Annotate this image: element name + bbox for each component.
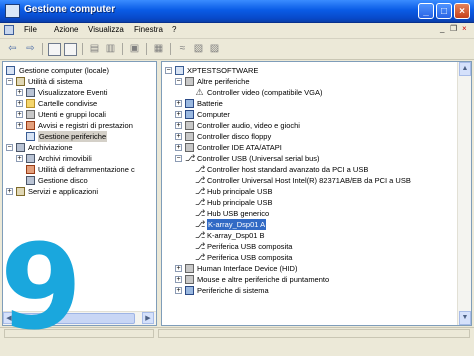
video-controller-icon: ⚠ bbox=[195, 87, 204, 97]
toolbar-separator bbox=[170, 43, 171, 55]
users-icon bbox=[26, 110, 35, 119]
menu-azione[interactable]: Azione bbox=[54, 25, 78, 34]
scroll-up-icon[interactable]: ▲ bbox=[459, 62, 471, 76]
collapse-icon[interactable]: − bbox=[165, 67, 172, 74]
doc-close-button[interactable]: × bbox=[462, 24, 467, 33]
disk-management-icon bbox=[26, 176, 35, 185]
usb-icon: ⎇ bbox=[185, 153, 196, 163]
performance-icon bbox=[26, 121, 35, 130]
minimize-icon[interactable]: _ bbox=[418, 3, 434, 19]
expand-icon[interactable]: + bbox=[175, 122, 182, 129]
expand-icon[interactable]: + bbox=[16, 89, 23, 96]
unknown-device-icon bbox=[185, 77, 194, 86]
step-number: 9 bbox=[0, 218, 82, 356]
menu-finestra[interactable]: Finestra bbox=[134, 25, 163, 34]
title-bar: Gestione computer _ □ × bbox=[0, 0, 474, 23]
scan-icon[interactable]: ▦ bbox=[152, 42, 165, 55]
expand-icon[interactable]: + bbox=[175, 133, 182, 140]
computer-icon bbox=[175, 66, 184, 75]
show-tree-icon[interactable] bbox=[64, 43, 77, 56]
expand-icon[interactable]: + bbox=[16, 122, 23, 129]
computer-icon bbox=[185, 110, 194, 119]
menu-file[interactable]: File bbox=[24, 25, 37, 34]
scroll-down-icon[interactable]: ▼ bbox=[459, 311, 471, 325]
doc-restore-button[interactable]: ❐ bbox=[450, 24, 457, 33]
expand-icon[interactable]: + bbox=[175, 100, 182, 107]
collapse-icon[interactable]: − bbox=[175, 155, 182, 162]
menu-visualizza[interactable]: Visualizza bbox=[88, 25, 124, 34]
doc-minimize-button[interactable]: _ bbox=[440, 24, 444, 33]
expand-icon[interactable]: + bbox=[175, 276, 182, 283]
defrag-icon bbox=[26, 165, 35, 174]
uninstall-icon[interactable]: ≈ bbox=[176, 42, 189, 55]
expand-icon[interactable]: + bbox=[16, 100, 23, 107]
toolbar-separator bbox=[42, 43, 43, 55]
print-icon[interactable]: ▥ bbox=[104, 42, 117, 55]
tools-icon bbox=[16, 77, 25, 86]
floppy-controller-icon bbox=[185, 132, 194, 141]
collapse-icon[interactable]: − bbox=[6, 78, 13, 85]
toolbar-separator bbox=[122, 43, 123, 55]
toolbar-separator bbox=[82, 43, 83, 55]
expand-icon[interactable]: + bbox=[175, 265, 182, 272]
ide-controller-icon bbox=[185, 143, 194, 152]
usb-icon: ⎇ bbox=[195, 208, 206, 218]
properties-icon[interactable]: ▤ bbox=[88, 42, 101, 55]
expand-icon[interactable]: + bbox=[6, 188, 13, 195]
disable-icon[interactable]: ▧ bbox=[192, 42, 205, 55]
collapse-icon[interactable]: − bbox=[6, 144, 13, 151]
usb-icon: ⎇ bbox=[195, 230, 206, 240]
collapse-icon[interactable]: − bbox=[175, 78, 182, 85]
shared-folder-icon bbox=[26, 99, 35, 108]
computer-management-icon bbox=[6, 66, 15, 75]
computer-management-icon bbox=[5, 4, 20, 18]
help-icon[interactable]: ▣ bbox=[128, 42, 141, 55]
mouse-icon bbox=[185, 275, 194, 284]
event-viewer-icon bbox=[26, 88, 35, 97]
up-icon[interactable] bbox=[48, 43, 61, 56]
battery-icon bbox=[185, 99, 194, 108]
usb-icon: ⎇ bbox=[195, 175, 206, 185]
menu-bar: File Azione Visualizza Finestra ? _ ❐ × bbox=[0, 23, 474, 39]
vertical-scrollbar[interactable]: ▲ ▼ bbox=[457, 62, 471, 325]
toolbar-separator bbox=[146, 43, 147, 55]
expand-icon[interactable]: + bbox=[16, 155, 23, 162]
usb-icon: ⎇ bbox=[195, 186, 206, 196]
usb-icon: ⎇ bbox=[195, 252, 206, 262]
maximize-icon[interactable]: □ bbox=[436, 3, 452, 19]
expand-icon[interactable]: + bbox=[16, 111, 23, 118]
window-title: Gestione computer bbox=[24, 4, 116, 15]
back-icon[interactable]: ⇦ bbox=[6, 42, 19, 55]
usb-icon: ⎇ bbox=[195, 164, 206, 174]
close-icon[interactable]: × bbox=[454, 3, 470, 19]
status-cell bbox=[158, 329, 470, 338]
storage-icon bbox=[16, 143, 25, 152]
menu-help[interactable]: ? bbox=[172, 25, 176, 34]
audio-icon bbox=[185, 121, 194, 130]
usb-icon: ⎇ bbox=[195, 197, 206, 207]
hid-icon bbox=[185, 264, 194, 273]
update-driver-icon[interactable]: ▨ bbox=[208, 42, 221, 55]
device-tree-pane[interactable]: − XPTESTSOFTWARE − Altre periferiche ⚠ C… bbox=[161, 61, 472, 326]
system-devices-icon bbox=[185, 286, 194, 295]
toolbar: ⇦ ⇨ ▤ ▥ ▣ ▦ ≈ ▧ ▨ bbox=[0, 39, 474, 60]
expand-icon[interactable]: + bbox=[175, 287, 182, 294]
device-manager-icon bbox=[26, 132, 35, 141]
usb-icon: ⎇ bbox=[195, 241, 206, 251]
services-icon bbox=[16, 187, 25, 196]
expand-icon[interactable]: + bbox=[175, 111, 182, 118]
usb-icon: ⎇ bbox=[195, 219, 206, 229]
expand-icon[interactable]: + bbox=[175, 144, 182, 151]
forward-icon[interactable]: ⇨ bbox=[24, 42, 37, 55]
scroll-right-icon[interactable]: ▶ bbox=[142, 312, 154, 324]
removable-storage-icon bbox=[26, 154, 35, 163]
document-icon bbox=[4, 25, 14, 35]
